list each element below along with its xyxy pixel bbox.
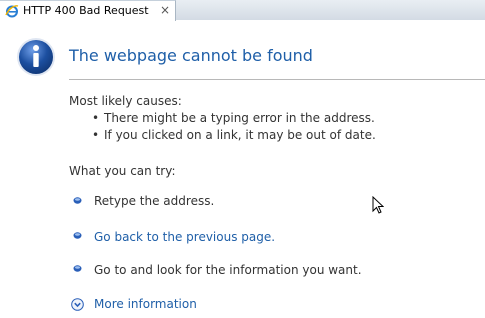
divider xyxy=(69,79,485,80)
causes-heading: Most likely causes: xyxy=(69,94,182,108)
cause-text: There might be a typing error in the add… xyxy=(104,111,375,125)
error-page: The webpage cannot be found Most likely … xyxy=(0,21,485,318)
chevron-down-circle-icon[interactable] xyxy=(71,298,84,311)
page-title: The webpage cannot be found xyxy=(69,46,313,65)
cause-item: • If you clicked on a link, it may be out… xyxy=(92,128,376,142)
cause-text: If you clicked on a link, it may be out … xyxy=(104,128,376,142)
cause-item: • There might be a typing error in the ad… xyxy=(92,111,375,125)
cause-bullet: • xyxy=(92,111,100,125)
tab-strip-empty-area[interactable] xyxy=(176,0,485,20)
step-retype-address: Retype the address. xyxy=(94,194,215,208)
step-go-to-site: Go to and look for the information you w… xyxy=(94,263,362,277)
blue-bullet-icon xyxy=(73,265,82,272)
try-heading: What you can try: xyxy=(69,164,176,178)
blue-bullet-icon xyxy=(73,197,82,204)
ie-page-icon xyxy=(5,5,19,18)
go-back-link[interactable]: Go back to the previous page. xyxy=(94,230,275,244)
tab-title: HTTP 400 Bad Request xyxy=(23,4,149,17)
tab-http-400[interactable]: HTTP 400 Bad Request × xyxy=(0,0,176,21)
tab-strip: HTTP 400 Bad Request × xyxy=(0,0,485,21)
close-icon[interactable]: × xyxy=(160,3,170,17)
more-information-link[interactable]: More information xyxy=(94,297,197,311)
mouse-pointer-icon xyxy=(372,196,384,214)
cause-bullet: • xyxy=(92,128,100,142)
blue-bullet-icon xyxy=(73,232,82,239)
info-icon xyxy=(17,38,55,76)
